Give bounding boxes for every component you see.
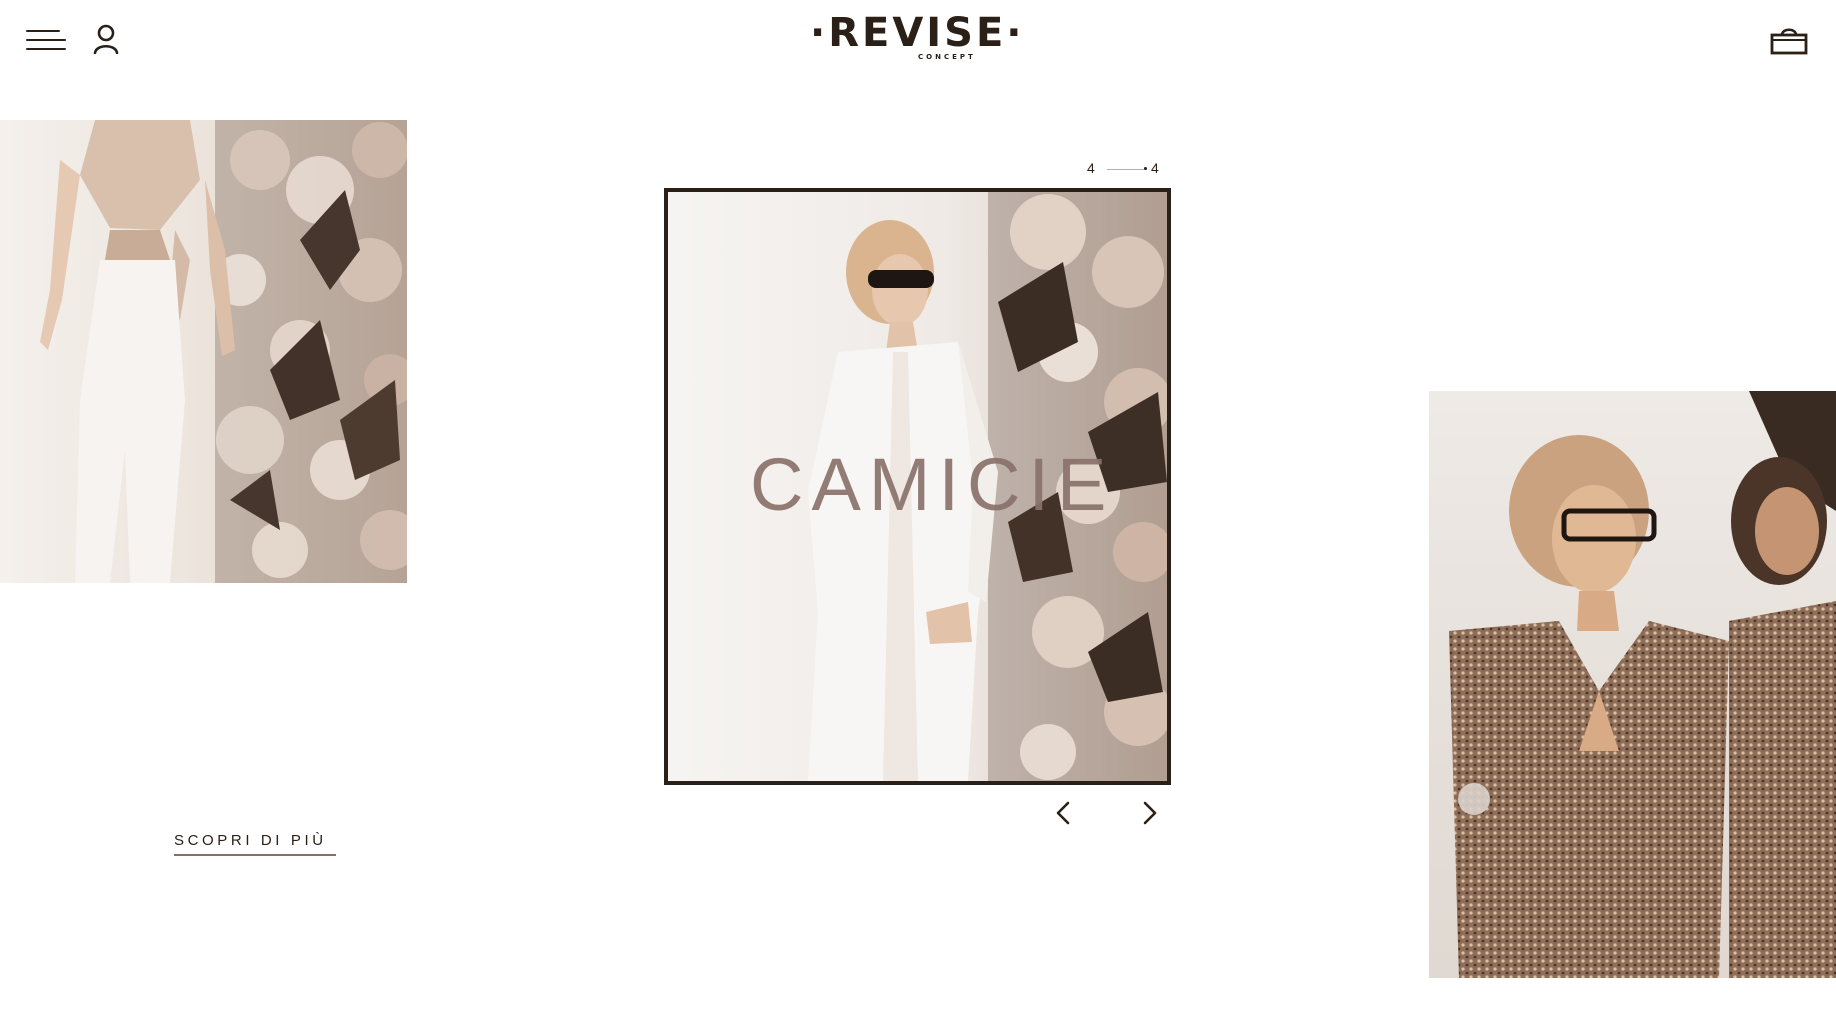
slide-counter: 4 4 <box>1085 160 1163 178</box>
brand-logo[interactable]: ·REVISE· CONCEPT <box>810 10 1025 66</box>
user-icon <box>93 24 119 55</box>
chevron-left-icon <box>1056 801 1070 825</box>
cart-button[interactable] <box>1770 24 1808 56</box>
slider-prev-button[interactable] <box>1049 798 1079 828</box>
category-image-right[interactable] <box>1429 391 1836 978</box>
slide-total-number: 4 <box>1151 160 1159 176</box>
discover-more-link[interactable]: SCOPRI DI PIÙ <box>174 832 336 856</box>
counter-divider <box>1107 169 1145 170</box>
hamburger-menu-button[interactable] <box>26 30 68 52</box>
counter-dot <box>1144 167 1147 170</box>
logo-text: ·REVISE· <box>810 10 1025 56</box>
hamburger-icon-line <box>26 39 66 41</box>
account-button[interactable] <box>92 24 120 55</box>
logo-subtext: CONCEPT <box>918 53 976 61</box>
chevron-right-icon <box>1143 801 1157 825</box>
shopping-bag-icon <box>1770 28 1808 55</box>
fashion-photo <box>1429 391 1836 978</box>
slide-title: CAMICIE <box>750 443 1115 526</box>
fashion-photo <box>0 120 407 583</box>
slider-next-button[interactable] <box>1134 798 1164 828</box>
page: ·REVISE· CONCEPT SCOPRI DI PIÙ 4 4 CAMIC… <box>0 0 1836 1015</box>
hamburger-icon <box>26 30 60 32</box>
hamburger-icon-line <box>26 48 66 50</box>
slide-current-number: 4 <box>1087 160 1095 176</box>
category-image-left[interactable] <box>0 120 407 583</box>
